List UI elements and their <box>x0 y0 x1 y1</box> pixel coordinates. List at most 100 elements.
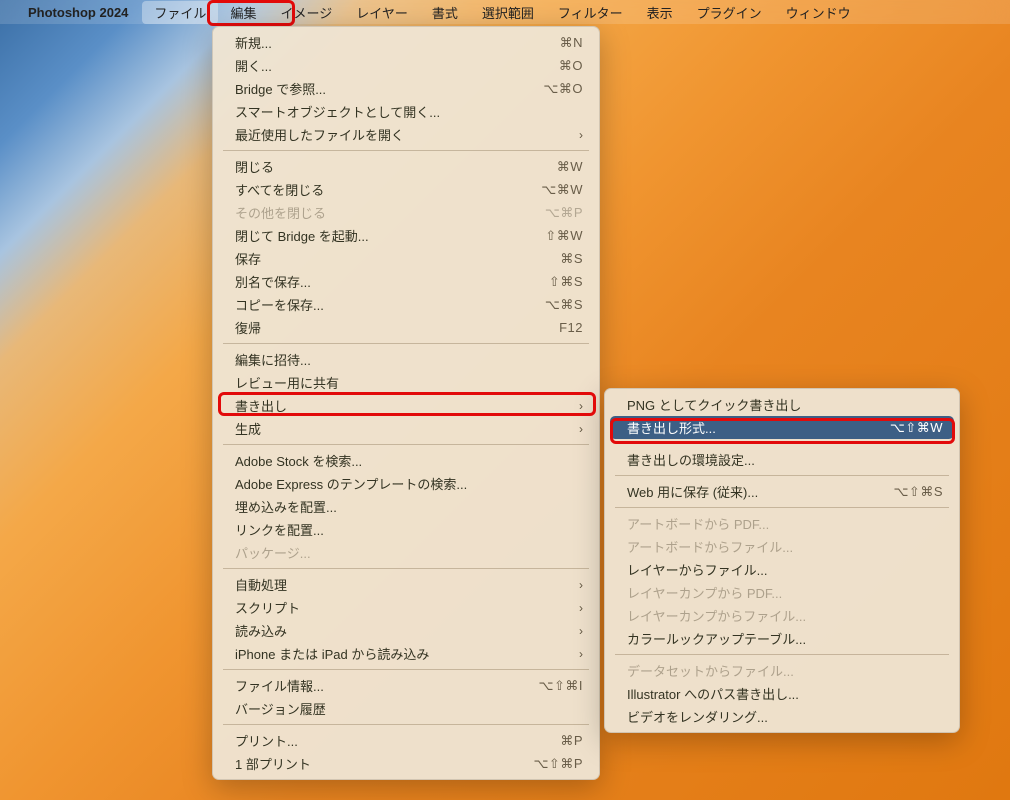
menu-separator <box>223 568 589 569</box>
menu-item-label: レイヤーからファイル... <box>627 560 943 579</box>
menu-item-label: 書き出し <box>235 396 555 415</box>
menu-item[interactable]: すべてを閉じる⌥⌘W <box>213 178 599 201</box>
menubar-item-ウィンドウ[interactable]: ウィンドウ <box>774 1 863 24</box>
menu-separator <box>615 443 949 444</box>
menu-item[interactable]: カラールックアップテーブル... <box>605 627 959 650</box>
menu-item-shortcut: ⌘W <box>557 159 583 175</box>
menu-item[interactable]: 閉じて Bridge を起動...⇧⌘W <box>213 224 599 247</box>
menu-item-shortcut: ⌥⌘O <box>543 81 583 97</box>
menu-item-label: プリント... <box>235 731 536 750</box>
app-name[interactable]: Photoshop 2024 <box>28 5 128 20</box>
menu-item[interactable]: PNG としてクイック書き出し <box>605 393 959 416</box>
menu-item-label: 編集に招待... <box>235 350 583 369</box>
menu-separator <box>615 507 949 508</box>
menu-item[interactable]: 自動処理 › <box>213 573 599 596</box>
menu-separator <box>615 654 949 655</box>
menu-item[interactable]: レイヤーからファイル... <box>605 558 959 581</box>
menubar-item-書式[interactable]: 書式 <box>420 1 470 24</box>
menu-item-label: 閉じて Bridge を起動... <box>235 226 521 245</box>
chevron-right-icon: › <box>579 601 583 615</box>
file-menu-dropdown: 新規... ⌘N 開く...⌘OBridge で参照...⌥⌘Oスマートオブジェクト… <box>212 26 600 780</box>
menu-item-label: レビュー用に共有 <box>235 373 583 392</box>
menu-item-label: ファイル情報... <box>235 676 515 695</box>
menu-item[interactable]: 開く...⌘O <box>213 54 599 77</box>
menu-item[interactable]: 最近使用したファイルを開く › <box>213 123 599 146</box>
menu-item-label: すべてを閉じる <box>235 180 517 199</box>
menu-item[interactable]: 閉じる⌘W <box>213 155 599 178</box>
menu-item-shortcut: ⌥⇧⌘W <box>890 420 943 436</box>
chevron-right-icon: › <box>579 128 583 142</box>
menu-item-label: 書き出し形式... <box>627 418 866 437</box>
menu-item-label: 最近使用したファイルを開く <box>235 125 555 144</box>
menu-item[interactable]: Illustrator へのパス書き出し... <box>605 682 959 705</box>
menu-item[interactable]: スマートオブジェクトとして開く... <box>213 100 599 123</box>
menu-separator <box>223 343 589 344</box>
chevron-right-icon: › <box>579 624 583 638</box>
menu-item-label: 書き出しの環境設定... <box>627 450 943 469</box>
menubar-item-フィルター[interactable]: フィルター <box>546 1 635 24</box>
menu-item[interactable]: 別名で保存...⇧⌘S <box>213 270 599 293</box>
menu-item[interactable]: ビデオをレンダリング... <box>605 705 959 728</box>
menu-item[interactable]: スクリプト › <box>213 596 599 619</box>
menu-separator <box>223 444 589 445</box>
menu-item-shortcut: ⌘N <box>560 35 583 51</box>
menu-item[interactable]: プリント...⌘P <box>213 729 599 752</box>
chevron-right-icon: › <box>579 399 583 413</box>
chevron-right-icon: › <box>579 578 583 592</box>
menubar-item-ファイル[interactable]: ファイル <box>142 1 218 24</box>
menu-item[interactable]: Adobe Stock を検索... <box>213 449 599 472</box>
menubar-item-編集[interactable]: 編集 <box>218 1 268 24</box>
menu-item-label: カラールックアップテーブル... <box>627 629 943 648</box>
menubar-item-選択範囲[interactable]: 選択範囲 <box>470 1 546 24</box>
menu-item-label: Web 用に保存 (従来)... <box>627 482 869 501</box>
menu-item[interactable]: 復帰F12 <box>213 316 599 339</box>
menu-item-shortcut: ⌥⇧⌘I <box>539 678 584 694</box>
chevron-right-icon: › <box>579 647 583 661</box>
menu-separator <box>223 669 589 670</box>
menubar: Photoshop 2024 ファイル編集イメージレイヤー書式選択範囲フィルター… <box>0 0 1010 24</box>
menu-item[interactable]: Bridge で参照...⌥⌘O <box>213 77 599 100</box>
menu-item-label: スクリプト <box>235 598 555 617</box>
menu-item-label: 読み込み <box>235 621 555 640</box>
menu-item: レイヤーカンプから PDF... <box>605 581 959 604</box>
menu-item-shortcut: ⌥⇧⌘S <box>893 484 943 500</box>
menu-item-label: 自動処理 <box>235 575 555 594</box>
menu-item[interactable]: コピーを保存... ⌥⌘S <box>213 293 599 316</box>
menu-item[interactable]: 書き出し形式... ⌥⇧⌘W <box>610 416 954 439</box>
menu-item[interactable]: 書き出しの環境設定... <box>605 448 959 471</box>
menu-item[interactable]: 書き出し › <box>213 394 599 417</box>
menu-item-label: 保存 <box>235 249 536 268</box>
menu-item[interactable]: Web 用に保存 (従来)... ⌥⇧⌘S <box>605 480 959 503</box>
menubar-item-表示[interactable]: 表示 <box>635 1 685 24</box>
menu-separator <box>223 724 589 725</box>
menu-item-label: 別名で保存... <box>235 272 525 291</box>
menu-item: アートボードから PDF... <box>605 512 959 535</box>
menu-item-label: 生成 <box>235 419 555 438</box>
menu-item: データセットからファイル... <box>605 659 959 682</box>
menu-item-label: 新規... <box>235 33 536 52</box>
menu-item[interactable]: 生成› <box>213 417 599 440</box>
menubar-item-レイヤー[interactable]: レイヤー <box>344 1 420 24</box>
menubar-item-イメージ[interactable]: イメージ <box>268 1 344 24</box>
menubar-item-プラグイン[interactable]: プラグイン <box>685 1 774 24</box>
menu-item[interactable]: 保存⌘S <box>213 247 599 270</box>
menu-item-label: Illustrator へのパス書き出し... <box>627 684 943 703</box>
menu-item[interactable]: iPhone または iPad から読み込み› <box>213 642 599 665</box>
menu-item: アートボードからファイル... <box>605 535 959 558</box>
menu-item[interactable]: 編集に招待... <box>213 348 599 371</box>
export-submenu-dropdown: PNG としてクイック書き出し書き出し形式... ⌥⇧⌘W 書き出しの環境設定...… <box>604 388 960 733</box>
menu-separator <box>223 150 589 151</box>
menu-item[interactable]: 読み込み › <box>213 619 599 642</box>
menu-item: レイヤーカンプからファイル... <box>605 604 959 627</box>
menu-item-shortcut: ⌥⌘S <box>545 297 583 313</box>
menu-item-label: コピーを保存... <box>235 295 521 314</box>
menu-item[interactable]: ファイル情報... ⌥⇧⌘I <box>213 674 599 697</box>
menu-item[interactable]: 1 部プリント⌥⇧⌘P <box>213 752 599 775</box>
menu-item[interactable]: 埋め込みを配置... <box>213 495 599 518</box>
menu-item[interactable]: Adobe Express のテンプレートの検索... <box>213 472 599 495</box>
menu-item-label: アートボードから PDF... <box>627 514 943 533</box>
menu-item[interactable]: 新規... ⌘N <box>213 31 599 54</box>
menu-item[interactable]: バージョン履歴 <box>213 697 599 720</box>
menu-item[interactable]: リンクを配置... <box>213 518 599 541</box>
menu-item[interactable]: レビュー用に共有 <box>213 371 599 394</box>
